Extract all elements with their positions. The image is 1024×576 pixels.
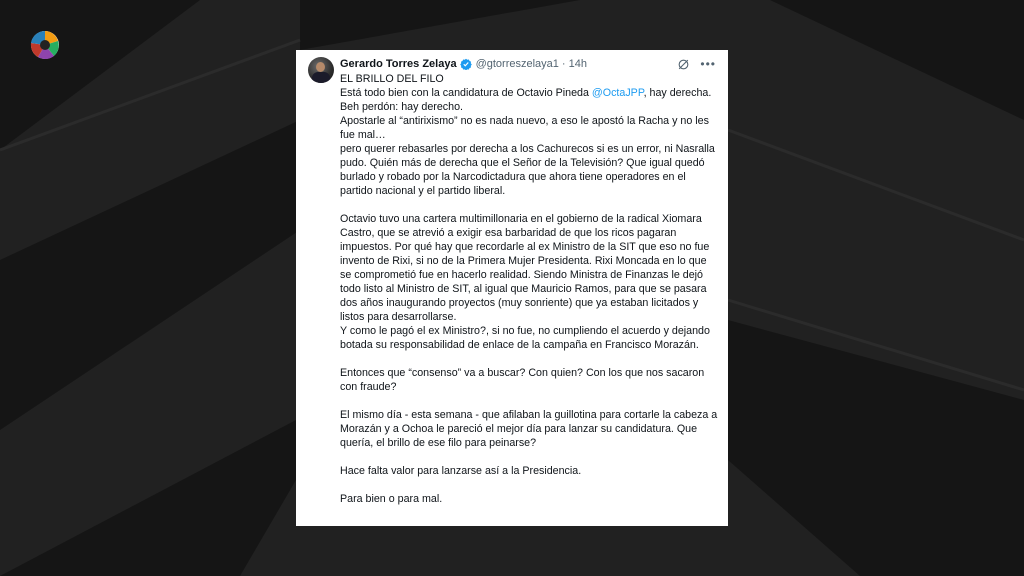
- author-handle[interactable]: @gtorreszelaya1: [476, 58, 559, 70]
- channel-logo-icon: [30, 30, 59, 60]
- paragraph-6: Hace falta valor para lanzarse así a la …: [340, 465, 582, 477]
- paragraph-5: El mismo día - esta semana - que afilaba…: [340, 409, 718, 449]
- tweet-header: Gerardo Torres Zelaya @gtorreszelaya1 · …: [340, 57, 716, 71]
- paragraph-1-line-3: pero querer rebasarles por derecha a los…: [340, 143, 715, 197]
- p1-line1-before: Está todo bien con la candidatura de Oct…: [340, 87, 592, 99]
- tweet-card: Gerardo Torres Zelaya @gtorreszelaya1 · …: [296, 50, 728, 526]
- paragraph-1-line-2: Apostarle al “antirixismo” no es nada nu…: [340, 115, 709, 141]
- paragraph-4: Entonces que “consenso” va a buscar? Con…: [340, 367, 705, 393]
- more-icon[interactable]: •••: [700, 58, 716, 70]
- avatar-face: [316, 62, 325, 72]
- time-separator: ·: [561, 58, 566, 70]
- paragraph-1: Está todo bien con la candidatura de Oct…: [340, 86, 718, 114]
- paragraph-7: Para bien o para mal.: [340, 493, 443, 505]
- paragraph-3: Y como le pagó el ex Ministro?, si no fu…: [340, 325, 710, 351]
- paragraph-2: Octavio tuvo una cartera multimillonaria…: [340, 213, 710, 323]
- avatar-suit: [312, 72, 330, 83]
- tweet-title: EL BRILLO DEL FILO: [340, 73, 444, 85]
- author-name[interactable]: Gerardo Torres Zelaya: [340, 58, 457, 70]
- grok-icon[interactable]: [677, 58, 690, 71]
- avatar[interactable]: [308, 57, 334, 83]
- verified-badge-icon: [459, 58, 472, 70]
- header-actions: •••: [677, 58, 716, 71]
- tweet-text: EL BRILLO DEL FILO Está todo bien con la…: [340, 72, 718, 506]
- tweet-timestamp[interactable]: 14h: [569, 58, 587, 70]
- mention-link[interactable]: @OctaJPP: [592, 87, 644, 99]
